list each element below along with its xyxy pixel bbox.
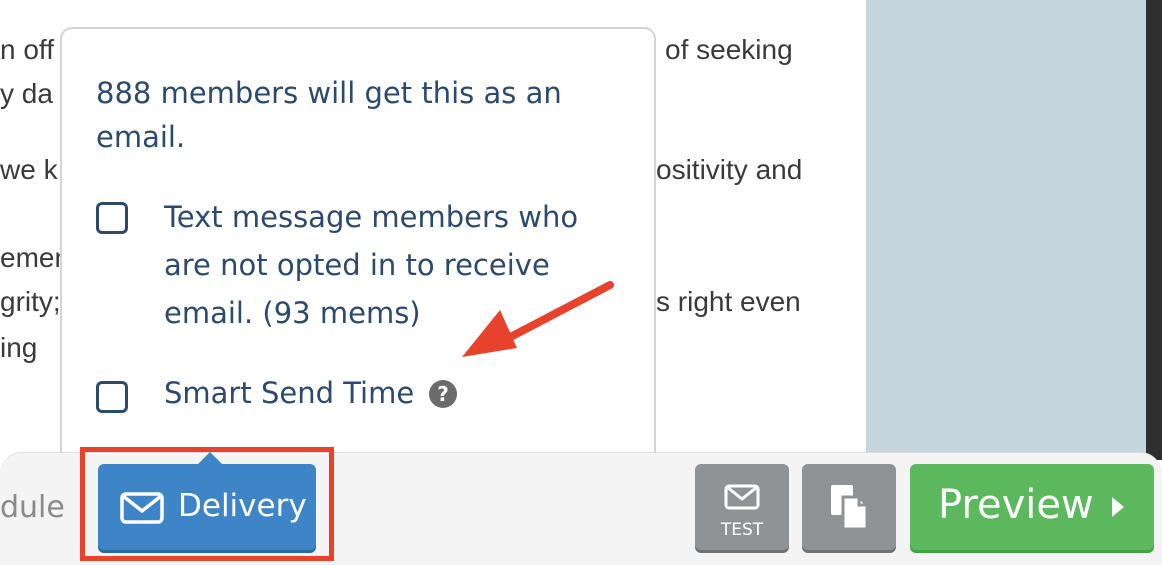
doc-text: y da bbox=[0, 78, 53, 109]
doc-text: we k bbox=[0, 154, 58, 185]
preview-button[interactable]: Preview bbox=[910, 464, 1154, 550]
envelope-icon bbox=[724, 484, 760, 510]
copy-icon bbox=[831, 485, 869, 531]
test-button-label: TEST bbox=[720, 520, 764, 540]
preview-button-label: Preview bbox=[938, 482, 1094, 528]
doc-text: n off bbox=[0, 34, 54, 65]
recipient-summary: 888 members will get this as an email. bbox=[96, 76, 562, 154]
test-email-button[interactable]: TEST bbox=[695, 464, 789, 550]
smart-send-checkbox[interactable] bbox=[96, 381, 128, 413]
text-message-option-label[interactable]: Text message members who are not opted i… bbox=[164, 193, 604, 337]
doc-text: ositivity and bbox=[656, 154, 803, 185]
copy-button[interactable] bbox=[802, 464, 896, 550]
side-panel bbox=[866, 0, 1146, 460]
help-icon[interactable]: ? bbox=[429, 380, 457, 408]
annotation-highlight-box bbox=[80, 447, 334, 561]
doc-text: grity; bbox=[0, 286, 61, 317]
smart-send-label[interactable]: Smart Send Time bbox=[164, 371, 414, 415]
doc-text: of seeking bbox=[665, 34, 793, 65]
text-message-checkbox[interactable] bbox=[96, 202, 128, 234]
doc-text: ing bbox=[0, 332, 38, 363]
doc-text: s right even bbox=[656, 286, 801, 317]
delivery-popover: 888 members will get this as an email. T… bbox=[60, 27, 656, 467]
window-edge bbox=[1146, 0, 1162, 460]
schedule-button[interactable]: dule bbox=[0, 490, 65, 525]
caret-right-icon bbox=[1112, 497, 1124, 517]
